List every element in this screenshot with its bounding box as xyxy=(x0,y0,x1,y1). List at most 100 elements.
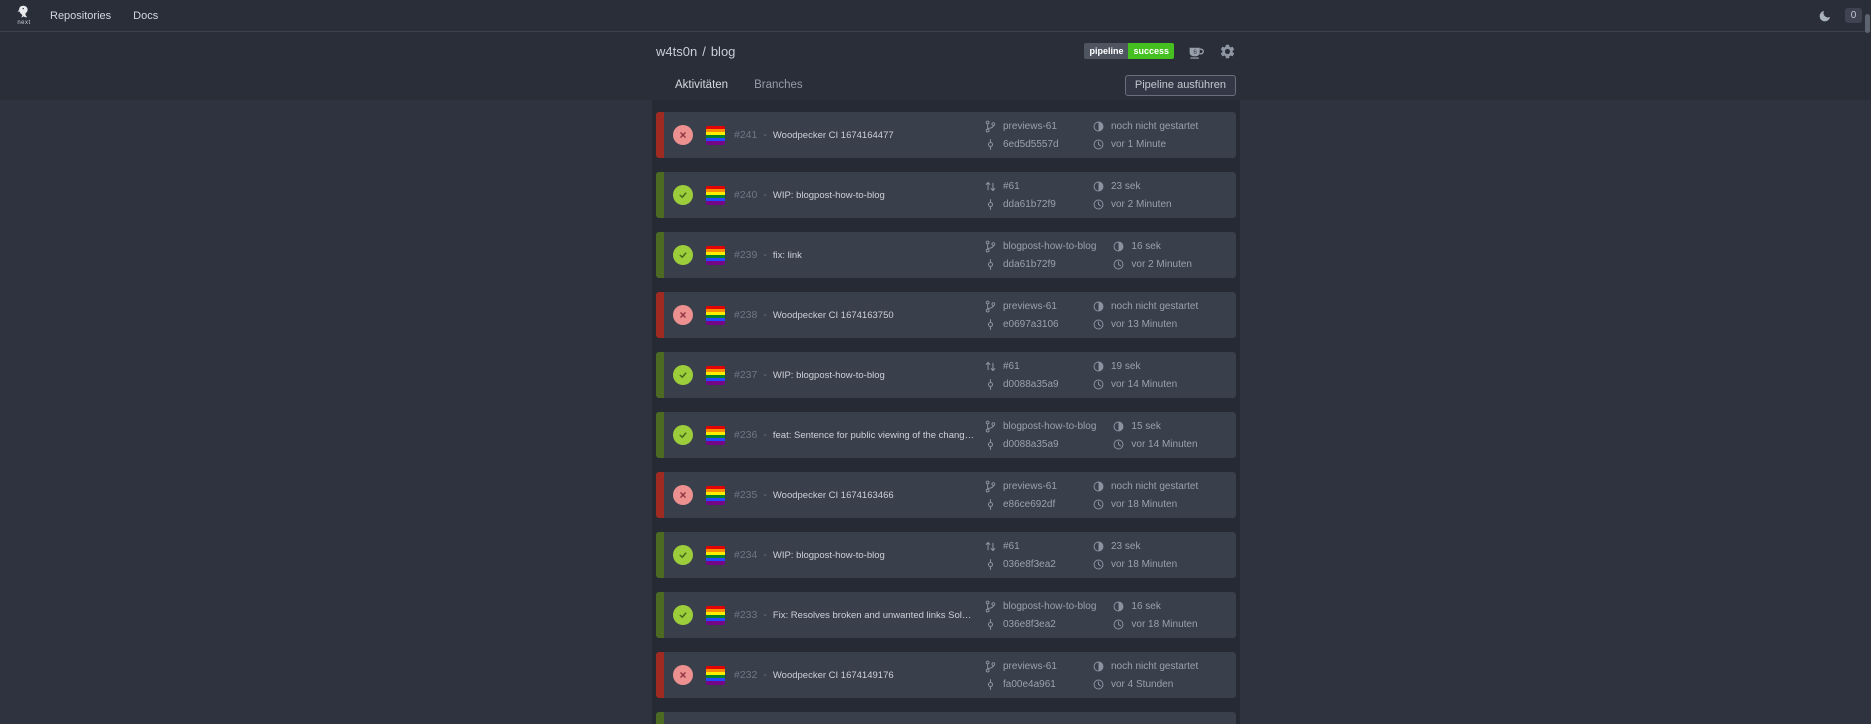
error-x-icon xyxy=(680,492,686,498)
duration-line: 23 sek xyxy=(1092,540,1177,553)
pipeline-row[interactable]: #238 - Woodpecker CI 1674163750 previews… xyxy=(656,292,1236,338)
pull-request-icon xyxy=(985,541,996,551)
duration-timelapse-icon xyxy=(1093,541,1104,551)
success-check-icon xyxy=(679,252,687,258)
ref-line: blogpost-how-to-blog xyxy=(984,420,1096,433)
build-number: #241 xyxy=(734,129,758,141)
clock-icon xyxy=(1093,139,1104,149)
commit-message: Woodpecker CI 1674163750 xyxy=(772,309,894,321)
build-separator: - xyxy=(763,609,767,621)
scrollbar-thumb[interactable] xyxy=(1865,14,1870,33)
commit-message: Fix: Resolves broken and unwanted links … xyxy=(772,609,984,621)
pipeline-list: #241 - Woodpecker CI 1674164477 previews… xyxy=(652,100,1240,724)
commit-message: Woodpecker CI 1674164477 xyxy=(772,129,894,141)
commit-line: dda61b72f9 xyxy=(984,258,1096,271)
git-commit-icon xyxy=(987,678,994,690)
pipeline-row[interactable]: #237 - WIP: blogpost-how-to-blog #61 d00… xyxy=(656,352,1236,398)
ref-label: blogpost-how-to-blog xyxy=(1003,240,1097,252)
nav-link-repositories[interactable]: Repositories xyxy=(50,10,111,22)
build-separator: - xyxy=(763,669,767,681)
pipeline-row[interactable]: #233 - Fix: Resolves broken and unwanted… xyxy=(656,592,1236,638)
pipeline-status-icon xyxy=(673,365,693,385)
git-commit-icon xyxy=(987,258,994,270)
clock-icon xyxy=(1113,619,1124,629)
commit-hash: dda61b72f9 xyxy=(1003,258,1056,270)
nav-link-docs[interactable]: Docs xyxy=(133,10,158,22)
duration-line: 16 sek xyxy=(1112,600,1197,613)
ref-label: previews-61 xyxy=(1003,660,1057,672)
repo-name-link[interactable]: blog xyxy=(711,44,736,59)
pending-pipelines-count-badge[interactable]: 0 xyxy=(1845,8,1862,23)
pipeline-row[interactable]: #235 - Woodpecker CI 1674163466 previews… xyxy=(656,472,1236,518)
commit-message: Woodpecker CI 1674149176 xyxy=(772,669,894,681)
ref-label: blogpost-how-to-blog xyxy=(1003,600,1097,612)
ref-label: previews-61 xyxy=(1003,300,1057,312)
commit-hash: 036e8f3ea2 xyxy=(1003,618,1056,630)
tabs-bar: Aktivitäten Branches Pipeline ausführen xyxy=(656,70,1236,100)
badge-cup-icon[interactable]: 6 xyxy=(1187,43,1206,60)
run-pipeline-button[interactable]: Pipeline ausführen xyxy=(1124,74,1236,96)
git-commit-icon xyxy=(987,198,994,210)
navbar-right: 0 xyxy=(1818,8,1862,23)
logo-version-label: next xyxy=(17,20,31,26)
pipeline-row[interactable] xyxy=(656,712,1236,724)
duration-label: noch nicht gestartet xyxy=(1111,480,1199,492)
since-label: vor 14 Minuten xyxy=(1131,438,1198,450)
pipeline-row[interactable]: #239 - fix: link blogpost-how-to-blog dd… xyxy=(656,232,1236,278)
build-number: #234 xyxy=(734,549,758,561)
since-line: vor 14 Minuten xyxy=(1112,438,1198,451)
since-label: vor 14 Minuten xyxy=(1111,378,1178,390)
pipeline-status-icon xyxy=(673,305,693,325)
pipeline-status-icon xyxy=(673,245,693,265)
pipeline-status-badge[interactable]: pipeline success xyxy=(1084,43,1174,59)
build-number: #232 xyxy=(734,669,758,681)
duration-timelapse-icon xyxy=(1113,421,1124,431)
ref-line: previews-61 xyxy=(984,300,1076,313)
duration-timelapse-icon xyxy=(1093,301,1104,311)
pipeline-row[interactable]: #241 - Woodpecker CI 1674164477 previews… xyxy=(656,112,1236,158)
commit-hash: dda61b72f9 xyxy=(1003,198,1056,210)
tab-aktivitaeten[interactable]: Aktivitäten xyxy=(675,79,728,91)
git-branch-icon xyxy=(985,300,996,312)
tab-branches[interactable]: Branches xyxy=(754,79,803,91)
success-check-icon xyxy=(679,372,687,378)
duration-line: 19 sek xyxy=(1092,360,1177,373)
git-commit-icon xyxy=(987,558,994,570)
build-number: #237 xyxy=(734,369,758,381)
pipeline-row[interactable]: #236 - feat: Sentence for public viewing… xyxy=(656,412,1236,458)
duration-line: noch nicht gestartet xyxy=(1092,480,1198,493)
build-meta: previews-61 6ed5d5557d noch nicht gestar… xyxy=(984,120,1236,151)
clock-icon xyxy=(1093,319,1104,329)
build-separator: - xyxy=(763,549,767,561)
repo-owner-link[interactable]: w4ts0n xyxy=(656,44,697,59)
dark-mode-moon-icon[interactable] xyxy=(1818,8,1833,23)
build-meta: #61 036e8f3ea2 23 sek vor 18 Minuten xyxy=(984,540,1236,571)
success-check-icon xyxy=(679,612,687,618)
pipeline-row[interactable]: #232 - Woodpecker CI 1674149176 previews… xyxy=(656,652,1236,698)
since-line: vor 1 Minute xyxy=(1092,138,1198,151)
woodpecker-logo[interactable]: next xyxy=(10,5,38,26)
pride-flag-avatar xyxy=(706,485,725,505)
git-branch-icon xyxy=(985,120,996,132)
since-label: vor 4 Stunden xyxy=(1111,678,1174,690)
badge-status: success xyxy=(1128,43,1174,59)
pipeline-row[interactable]: #234 - WIP: blogpost-how-to-blog #61 036… xyxy=(656,532,1236,578)
commit-line: fa00e4a961 xyxy=(984,678,1076,691)
pull-request-icon xyxy=(985,181,996,191)
pride-flag-avatar xyxy=(706,605,725,625)
git-commit-icon xyxy=(987,138,994,150)
clock-icon xyxy=(1093,679,1104,689)
repo-settings-gear-icon[interactable] xyxy=(1219,43,1236,60)
pipeline-status-icon xyxy=(673,485,693,505)
since-line: vor 18 Minuten xyxy=(1092,498,1198,511)
duration-line: noch nicht gestartet xyxy=(1092,300,1198,313)
duration-timelapse-icon xyxy=(1093,481,1104,491)
pride-flag-avatar xyxy=(706,185,725,205)
build-meta: previews-61 e86ce692df noch nicht gestar… xyxy=(984,480,1236,511)
since-line: vor 4 Stunden xyxy=(1092,678,1198,691)
ref-label: #61 xyxy=(1003,180,1020,192)
duration-label: noch nicht gestartet xyxy=(1111,660,1199,672)
pipeline-row[interactable]: #240 - WIP: blogpost-how-to-blog #61 dda… xyxy=(656,172,1236,218)
commit-line: 036e8f3ea2 xyxy=(984,558,1076,571)
clock-icon xyxy=(1113,439,1124,449)
